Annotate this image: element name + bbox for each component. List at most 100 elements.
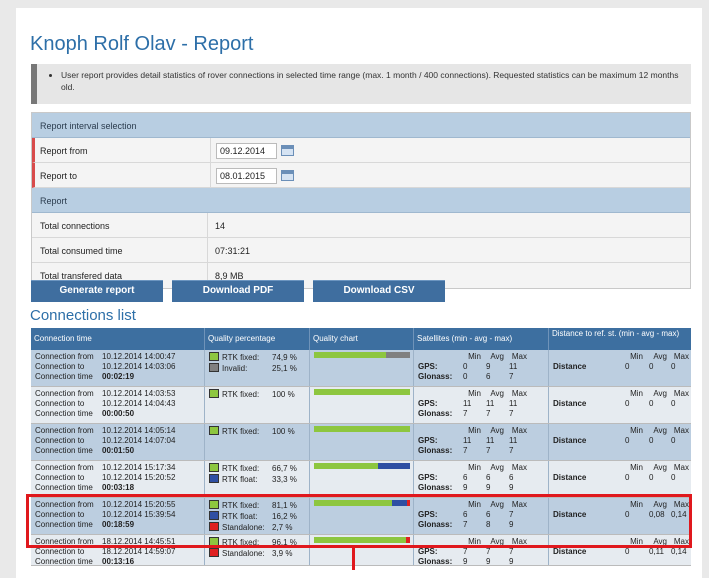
glonass-value: 7 xyxy=(509,446,514,455)
connection-to: Connection to 18.12.2014 14:59:07 xyxy=(35,547,175,557)
report-from-input[interactable]: 09.12.2014 xyxy=(216,143,277,159)
quality-percent: 100 % xyxy=(272,427,295,436)
report-header: Report xyxy=(32,188,690,213)
quality-bar-segment xyxy=(314,463,379,469)
sat-col-header: Max xyxy=(511,426,527,435)
connection-to-value: 10.12.2014 14:03:06 xyxy=(102,362,176,371)
col-connection-time[interactable]: Connection time xyxy=(31,328,205,350)
distance-value: 0 xyxy=(625,399,630,408)
distance-value: 0 xyxy=(625,547,630,556)
quality-cell: RTK fixed: 66,7 % RTK float: 33,3 % xyxy=(205,461,310,497)
highlight-pointer xyxy=(352,547,355,570)
connection-from: Connection from 10.12.2014 14:03:53 xyxy=(35,389,175,399)
connection-time-value: 00:01:50 xyxy=(102,446,135,455)
connection-from-label: Connection from xyxy=(35,389,94,398)
download-pdf-button[interactable]: Download PDF xyxy=(172,280,304,302)
gps-value: 7 xyxy=(509,547,514,556)
connection-from-value: 10.12.2014 14:00:47 xyxy=(102,352,176,361)
calendar-icon[interactable] xyxy=(281,145,294,156)
connection-from: Connection from 10.12.2014 14:00:47 xyxy=(35,352,175,362)
connection-time-cell: Connection from 10.12.2014 14:03:53 Connec… xyxy=(31,387,205,423)
quality-bar-segment xyxy=(314,426,410,432)
legend-swatch xyxy=(209,352,219,361)
dist-col-header: Avg xyxy=(653,426,667,435)
col-distance[interactable]: Distance to ref. st. (min - avg - max) xyxy=(549,328,691,350)
distance-value: 0 xyxy=(671,436,676,445)
glonass-label: Glonass: xyxy=(418,483,453,492)
distance-label: Distance xyxy=(553,362,587,371)
download-csv-button[interactable]: Download CSV xyxy=(313,280,445,302)
connection-to-label: Connection to xyxy=(35,362,85,371)
table-row[interactable]: Connection from 10.12.2014 15:17:34 Connec… xyxy=(31,461,691,498)
col-satellites[interactable]: Satellites (min - avg - max) xyxy=(414,328,549,350)
sat-col-header: Min xyxy=(468,463,481,472)
quality-bar-segment xyxy=(378,463,410,469)
generate-report-button[interactable]: Generate report xyxy=(31,280,163,302)
connection-time-text: Connection from 10.12.2014 14:03:53 Connec… xyxy=(35,389,175,419)
connection-duration: Connection time 00:02:19 xyxy=(35,372,175,382)
quality-item: RTK fixed: 100 % xyxy=(209,389,295,400)
gps-value: 9 xyxy=(486,362,491,371)
distance-value: 0 xyxy=(625,362,630,371)
quality-percent: 25,1 % xyxy=(272,364,297,373)
sat-col-header: Avg xyxy=(490,463,504,472)
sat-col-header: Max xyxy=(511,352,527,361)
glonass-value: 0 xyxy=(463,372,468,381)
report-to-input[interactable]: 08.01.2015 xyxy=(216,168,277,184)
satellites-cell: Min Avg Max GPS: 0 9 11 Glonass: 0 6 7 xyxy=(414,350,549,386)
calendar-icon[interactable] xyxy=(281,170,294,181)
legend-swatch xyxy=(209,548,219,557)
glonass-value: 9 xyxy=(509,557,514,566)
col-quality-chart[interactable]: Quality chart xyxy=(310,328,414,350)
table-row[interactable]: Connection from 10.12.2014 14:00:47 Connec… xyxy=(31,350,691,387)
connection-time-label: Connection time xyxy=(35,372,93,381)
connection-to-value: 10.12.2014 14:04:43 xyxy=(102,399,176,408)
divider xyxy=(207,238,208,262)
distance-cell: Min Avg Max Distance 0 0 0 xyxy=(549,461,691,497)
table-row[interactable]: Connection from 10.12.2014 14:03:53 Connec… xyxy=(31,387,691,424)
total-time-value: 07:31:21 xyxy=(215,246,251,256)
connection-time-value: 00:13:16 xyxy=(102,557,135,566)
distance-value: 0,11 xyxy=(649,547,664,556)
distance-value: 0,14 xyxy=(671,547,687,556)
connection-from: Connection from 10.12.2014 14:05:14 xyxy=(35,426,175,436)
gps-value: 6 xyxy=(463,473,468,482)
glonass-value: 9 xyxy=(509,483,514,492)
distance-value: 0 xyxy=(625,473,630,482)
legend-swatch xyxy=(209,389,219,398)
connection-time-cell: Connection from 10.12.2014 14:00:47 Connec… xyxy=(31,350,205,386)
quality-item: RTK fixed: 100 % xyxy=(209,426,295,437)
quality-label: RTK float: xyxy=(222,475,258,484)
report-to-row: Report to 08.01.2015 xyxy=(32,163,690,188)
quality-label: Invalid: xyxy=(222,364,248,373)
glonass-value: 7 xyxy=(486,446,491,455)
quality-item: RTK fixed: 74,9 % xyxy=(209,352,297,363)
sat-col-header: Avg xyxy=(490,352,504,361)
dist-col-header: Max xyxy=(673,463,689,472)
quality-label: RTK fixed: xyxy=(222,353,260,362)
table-row[interactable]: Connection from 10.12.2014 14:05:14 Connec… xyxy=(31,424,691,461)
report-from-label: Report from xyxy=(40,146,88,156)
glonass-value: 9 xyxy=(463,483,468,492)
quality-label: RTK fixed: xyxy=(222,464,260,473)
quality-cell: RTK fixed: 100 % xyxy=(205,387,310,423)
report-header-label: Report xyxy=(40,196,68,206)
quality-chart-cell xyxy=(310,424,414,460)
connection-time-text: Connection from 10.12.2014 14:00:47 Connec… xyxy=(35,352,175,382)
connection-to-value: 18.12.2014 14:59:07 xyxy=(102,547,176,556)
glonass-value: 7 xyxy=(509,372,514,381)
quality-item: RTK fixed: 66,7 % xyxy=(209,463,297,474)
connection-from: Connection from 10.12.2014 15:17:34 xyxy=(35,463,175,473)
connection-duration: Connection time 00:01:50 xyxy=(35,446,175,456)
distance-cell: Min Avg Max Distance 0 0 0 xyxy=(549,424,691,460)
dist-col-header: Avg xyxy=(653,352,667,361)
connection-from-label: Connection from xyxy=(35,352,94,361)
glonass-value: 9 xyxy=(486,557,491,566)
quality-chart-cell xyxy=(310,350,414,386)
satellites-cell: Min Avg Max GPS: 6 6 6 Glonass: 9 9 9 xyxy=(414,461,549,497)
total-connections-value: 14 xyxy=(215,221,226,231)
col-quality-percentage[interactable]: Quality percentage xyxy=(205,328,310,350)
interval-header: Report interval selection xyxy=(32,113,690,138)
sat-col-header: Max xyxy=(511,389,527,398)
connection-time-value: 00:02:19 xyxy=(102,372,135,381)
